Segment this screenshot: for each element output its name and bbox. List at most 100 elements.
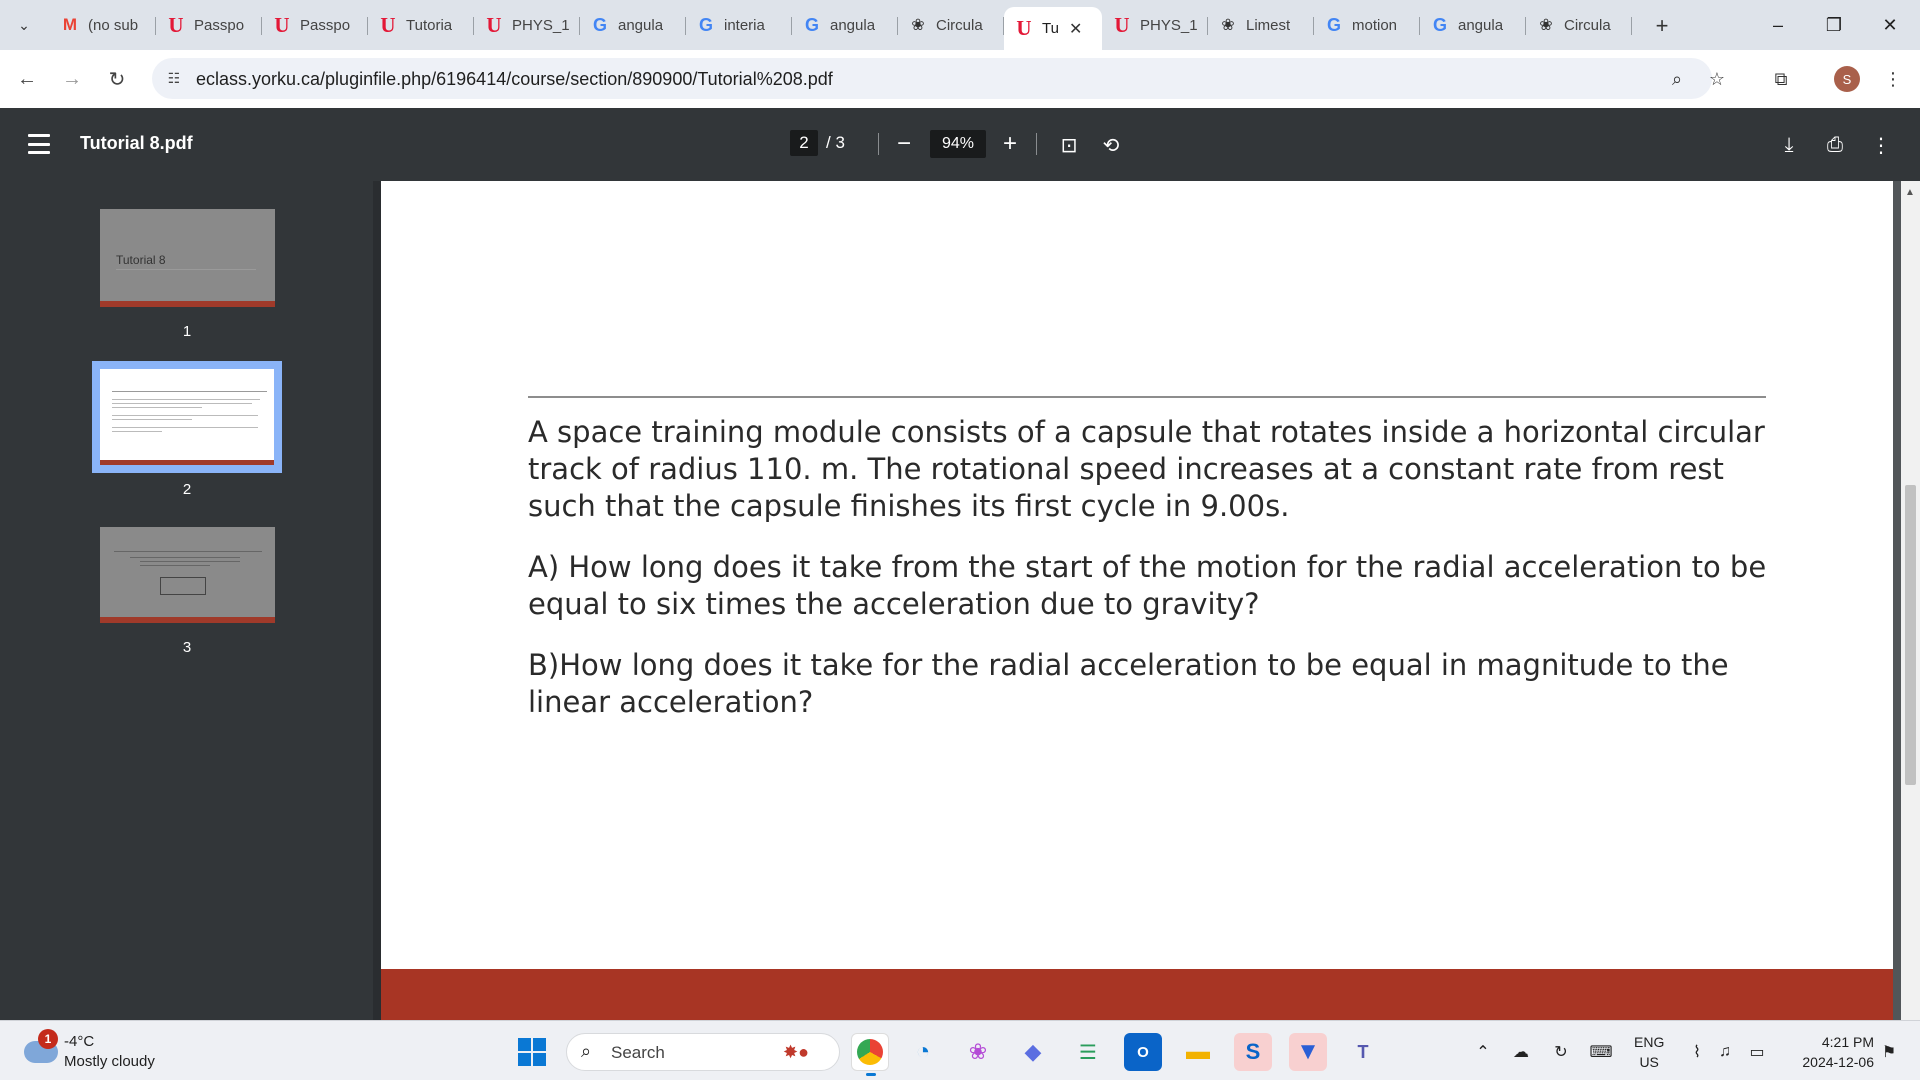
- system-clock[interactable]: 4:21 PM 2024-12-06: [1784, 1032, 1874, 1072]
- tab-passport-2[interactable]: U Passpo: [262, 7, 368, 43]
- zoom-magnifier-icon[interactable]: ⌕: [1666, 68, 1688, 90]
- page-thumbnail-3[interactable]: [100, 527, 275, 623]
- sync-icon[interactable]: ↻: [1548, 1039, 1574, 1065]
- thumbnail-footer-bar: [100, 460, 274, 465]
- bookmark-star-icon[interactable]: ☆: [1706, 68, 1728, 90]
- scrollbar-thumb[interactable]: [1905, 485, 1916, 785]
- fit-to-page-icon[interactable]: ⊡: [1054, 130, 1084, 160]
- edge-app-icon[interactable]: ◔: [904, 1033, 942, 1071]
- vertical-scrollbar[interactable]: ▲: [1901, 181, 1920, 1020]
- wifi-icon[interactable]: ⌇: [1684, 1039, 1710, 1065]
- thumbnail-rule: [116, 269, 256, 270]
- chatgpt-icon: ❀: [1221, 17, 1235, 34]
- tab-chatgpt-circular-2[interactable]: ❀ Circula: [1526, 7, 1632, 43]
- page-thumbnail-1[interactable]: Tutorial 8: [100, 209, 275, 307]
- document-viewport[interactable]: A space training module consists of a ca…: [381, 181, 1901, 1020]
- browser-toolbar: ← → ↻ ☷ eclass.yorku.ca/pluginfile.php/6…: [0, 50, 1920, 108]
- outlook-app-icon[interactable]: O: [1124, 1033, 1162, 1071]
- show-hidden-icons-chevron-icon[interactable]: ⌃: [1470, 1039, 1496, 1065]
- taskbar-search-box[interactable]: ⌕ Search ✸●: [566, 1033, 840, 1071]
- widgets-app-icon[interactable]: ◆: [1014, 1033, 1052, 1071]
- toolbar-divider: [1036, 133, 1037, 155]
- tab-phys-1[interactable]: U PHYS_1: [474, 7, 580, 43]
- google-icon: G: [698, 14, 713, 35]
- zoom-out-icon[interactable]: −: [890, 130, 918, 158]
- address-bar[interactable]: ☷ eclass.yorku.ca/pluginfile.php/6196414…: [152, 58, 1725, 99]
- thumbnail-3-number: 3: [182, 639, 192, 656]
- search-icon: ⌕: [581, 1041, 592, 1061]
- tab-chatgpt-circular-1[interactable]: ❀ Circula: [898, 7, 1004, 43]
- tab-search-chevron-icon[interactable]: ⌄: [8, 10, 40, 40]
- weather-temperature[interactable]: -4°C: [64, 1033, 94, 1050]
- tab-phys-2[interactable]: U PHYS_1: [1102, 7, 1208, 43]
- thumbnail-text-line: [140, 565, 210, 566]
- thumbnail-text-line: [112, 407, 202, 408]
- skype-app-icon[interactable]: S: [1234, 1033, 1272, 1071]
- zoom-in-icon[interactable]: +: [996, 130, 1024, 158]
- back-arrow-icon[interactable]: ←: [10, 62, 44, 96]
- site-settings-icon[interactable]: ☷: [164, 68, 184, 88]
- rotate-icon[interactable]: ⟲: [1096, 130, 1126, 160]
- browser-menu-icon[interactable]: ⋮: [1878, 64, 1908, 94]
- file-explorer-icon[interactable]: ▬: [1179, 1033, 1217, 1071]
- copilot-app-icon[interactable]: ❀: [959, 1033, 997, 1071]
- close-tab-icon[interactable]: ✕: [1069, 19, 1082, 39]
- teams-app-icon[interactable]: T: [1344, 1033, 1382, 1071]
- forward-arrow-icon[interactable]: →: [55, 62, 89, 96]
- tab-google-motion[interactable]: Gmotion: [1314, 7, 1420, 43]
- tab-tutorial[interactable]: U Tutoria: [368, 7, 474, 43]
- windows-taskbar: 1 -4°C Mostly cloudy ⌕ Search ✸● ◔ ❀ ◆ ☰…: [0, 1020, 1920, 1080]
- page-number-input[interactable]: 2: [790, 130, 818, 156]
- sidebar-divider: [373, 181, 381, 1020]
- google-icon: G: [804, 14, 819, 35]
- page-total: / 3: [826, 133, 845, 152]
- tab-google-inertia[interactable]: Ginteria: [686, 7, 792, 43]
- tab-google-angular-3[interactable]: Gangula: [1420, 7, 1526, 43]
- download-icon[interactable]: ⤓: [1774, 130, 1804, 160]
- york-u-icon: U: [274, 12, 290, 37]
- hamburger-menu-icon[interactable]: [28, 134, 50, 154]
- zoom-level-input[interactable]: 94%: [930, 130, 986, 158]
- notifications-bell-icon[interactable]: ⚑: [1876, 1039, 1902, 1065]
- pdf-more-options-icon[interactable]: ⋮: [1866, 130, 1896, 160]
- question-b: B)How long does it take for the radial a…: [528, 648, 1729, 719]
- keyboard-icon[interactable]: ⌨: [1588, 1039, 1614, 1065]
- google-icon: G: [1432, 14, 1447, 35]
- battery-icon[interactable]: ▭: [1744, 1039, 1770, 1065]
- url-text[interactable]: eclass.yorku.ca/pluginfile.php/6196414/c…: [196, 69, 833, 90]
- problem-text: A space training module consists of a ca…: [528, 414, 1788, 745]
- tab-gmail[interactable]: M (no sub: [50, 7, 156, 43]
- profile-button[interactable]: S: [1832, 64, 1862, 94]
- new-tab-plus-icon[interactable]: +: [1648, 12, 1676, 40]
- tab-tutorial-active[interactable]: U Tu ✕: [1004, 7, 1102, 50]
- reload-icon[interactable]: ↻: [100, 62, 134, 96]
- restore-icon[interactable]: ❐: [1806, 0, 1862, 50]
- tab-google-angular-2[interactable]: Gangula: [792, 7, 898, 43]
- running-indicator: [866, 1073, 876, 1076]
- chrome-app-icon[interactable]: [851, 1033, 889, 1076]
- tab-google-angular-1[interactable]: Gangula: [580, 7, 686, 43]
- thumbnail-rule: [114, 551, 262, 552]
- close-window-icon[interactable]: ✕: [1862, 0, 1918, 50]
- thumbnail-text-line: [112, 419, 192, 420]
- volume-icon[interactable]: ♫: [1712, 1039, 1738, 1065]
- print-icon[interactable]: ⎙: [1820, 130, 1850, 160]
- vpn-app-icon[interactable]: ▼: [1289, 1033, 1327, 1071]
- onedrive-icon[interactable]: ☁: [1508, 1039, 1534, 1065]
- extensions-icon[interactable]: ⧉: [1766, 64, 1796, 94]
- pdf-toolbar: Tutorial 8.pdf 2 / 3 − 94% + ⊡ ⟲ ⤓ ⎙ ⋮: [0, 108, 1920, 181]
- minimize-icon[interactable]: –: [1750, 0, 1806, 50]
- weather-description[interactable]: Mostly cloudy: [64, 1053, 155, 1070]
- scroll-up-arrow-icon[interactable]: ▲: [1905, 187, 1915, 198]
- tab-passport-1[interactable]: U Passpo: [156, 7, 262, 43]
- thumbnail-text-line: [112, 399, 260, 400]
- tab-chatgpt-limestone[interactable]: ❀ Limest: [1208, 7, 1314, 43]
- page-thumbnail-2-selected[interactable]: [92, 361, 282, 473]
- thumbnail-footer-bar: [100, 301, 275, 307]
- search-highlight-icon: ✸●: [783, 1042, 809, 1062]
- python-app-icon[interactable]: ☰: [1069, 1033, 1107, 1071]
- windows-start-icon[interactable]: [518, 1038, 546, 1066]
- language-indicator[interactable]: ENG US: [1634, 1032, 1664, 1072]
- york-u-icon: U: [1114, 12, 1130, 37]
- thumbnail-2-number: 2: [182, 481, 192, 498]
